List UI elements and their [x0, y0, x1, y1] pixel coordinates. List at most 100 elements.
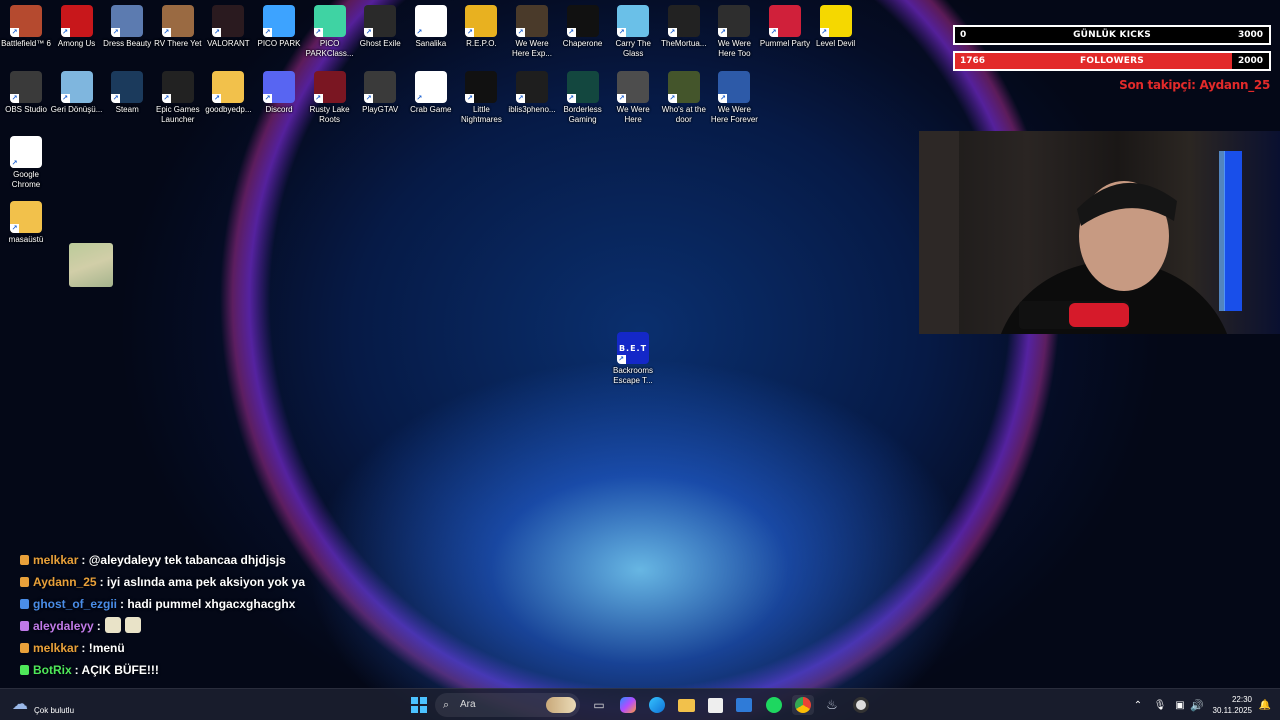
- desktop-icon[interactable]: ↗ Who's at the door: [658, 71, 710, 124]
- desktop-icon-label: VALORANT: [207, 39, 250, 48]
- app-icon: ↗: [10, 71, 42, 103]
- chat-text: : AÇIK BÜFE!!!: [74, 663, 159, 677]
- desktop-icon[interactable]: ↗ iblis3pheno...: [506, 71, 558, 115]
- desktop-icon[interactable]: ↗ Little Nightmares: [455, 71, 507, 124]
- spotify-icon[interactable]: [763, 695, 785, 715]
- desktop-icon[interactable]: ↗ Ghost Exile: [354, 5, 406, 49]
- shortcut-arrow-icon: ↗: [516, 28, 525, 37]
- app-icon: ↗: [161, 5, 194, 37]
- desktop-icon[interactable]: ↗ Level Devil: [810, 5, 862, 49]
- desktop-icon[interactable]: ↗ Chaperone: [557, 5, 609, 49]
- desktop-icon-label: Chaperone: [562, 39, 603, 48]
- desktop-icon[interactable]: ↗ Discord: [253, 71, 305, 115]
- followers-goal-bar: 1766 FOLLOWERS 2000: [953, 51, 1271, 71]
- desktop-icon[interactable]: ↗ OBS Studio: [0, 71, 52, 115]
- chat-text: : !menü: [81, 641, 125, 655]
- desktop-icon-label: Level Devil: [816, 39, 856, 48]
- shortcut-arrow-icon: ↗: [161, 28, 171, 37]
- edge-icon[interactable]: [646, 695, 668, 715]
- app-icon: ↗: [465, 71, 498, 103]
- chevron-up-icon[interactable]: ⌃: [1127, 695, 1149, 715]
- volume-icon[interactable]: 🔊: [1186, 695, 1208, 715]
- desktop-icon[interactable]: ↗ PICO PARKClass...: [304, 5, 356, 58]
- desktop-icon[interactable]: ↗ Battlefield™ 6: [0, 5, 52, 49]
- chat-message: BotRix: AÇIK BÜFE!!!: [20, 661, 320, 679]
- bet-icon-text: B.E.T: [618, 343, 648, 353]
- desktop-icon[interactable]: ↗ Sanalika: [405, 5, 457, 49]
- desktop-icon[interactable]: ↗ Epic Games Launcher: [152, 71, 204, 124]
- app-icon: ↗: [566, 5, 599, 37]
- weather-widget[interactable]: ☁ Çok bulutlu: [12, 691, 102, 719]
- desktop-icon-label: Among Us: [57, 39, 96, 48]
- obs-icon[interactable]: [850, 695, 872, 715]
- desktop-icon-backrooms-escape[interactable]: B.E.T ↗ Backrooms Escape T...: [607, 332, 659, 385]
- desktop-icon[interactable]: ↗ RV There Yet: [152, 5, 204, 49]
- desktop-icon[interactable]: ↗ masaüstü: [0, 201, 52, 245]
- app-icon: ↗: [111, 71, 144, 103]
- desktop-icon[interactable]: ↗ Among Us: [51, 5, 103, 49]
- desktop-icon[interactable]: ↗ Google Chrome: [0, 136, 52, 189]
- chrome-icon[interactable]: [792, 695, 814, 715]
- search-highlight-image: [546, 697, 576, 713]
- mail-icon[interactable]: [733, 695, 755, 715]
- shortcut-arrow-icon: ↗: [313, 28, 323, 37]
- copilot-icon[interactable]: [620, 697, 636, 713]
- bet-icon: B.E.T ↗: [617, 332, 649, 364]
- kicks-goal-bar: 0 GÜNLÜK KICKS 3000: [953, 25, 1271, 45]
- desktop-icon[interactable]: ↗ Geri Dönüşü...: [51, 71, 103, 115]
- chat-emote-image: [104, 617, 121, 633]
- app-icon: ↗: [364, 5, 397, 37]
- desktop-icon-label: R.E.P.O.: [466, 39, 497, 48]
- app-icon: ↗: [212, 5, 245, 37]
- desktop-icon[interactable]: ↗ TheMortua...: [658, 5, 710, 49]
- desktop-icon-label: Little Nightmares: [460, 105, 502, 124]
- shortcut-arrow-icon: ↗: [111, 94, 121, 103]
- desktop-icon[interactable]: ↗ Steam: [101, 71, 153, 115]
- store-icon[interactable]: [704, 695, 726, 715]
- app-icon: ↗: [769, 5, 801, 37]
- desktop-icon[interactable]: ↗ PlayGTAV: [354, 71, 406, 115]
- shortcut-arrow-icon: ↗: [667, 94, 677, 103]
- followers-title: FOLLOWERS: [1080, 56, 1144, 66]
- shortcut-arrow-icon: ↗: [516, 94, 525, 103]
- desktop-icon[interactable]: ↗ We Were Here Exp...: [506, 5, 558, 58]
- start-button[interactable]: [408, 695, 430, 715]
- app-icon: ↗: [617, 71, 650, 103]
- notification-bell-icon[interactable]: 🔔: [1254, 695, 1276, 715]
- app-icon: ↗: [414, 5, 447, 37]
- clock[interactable]: 22:30 30.11.2025: [1213, 694, 1252, 716]
- desktop-icon[interactable]: ↗ Crab Game: [405, 71, 457, 115]
- desktop-icon[interactable]: ↗ Carry The Glass: [607, 5, 659, 58]
- desktop-icon[interactable]: ↗ goodbyedp...: [202, 71, 254, 115]
- desktop-icon[interactable]: ↗ We Were Here Forever: [708, 71, 760, 124]
- desktop-icon[interactable]: ↗ We Were Here Too: [708, 5, 760, 58]
- chat-username: ghost_of_ezgii: [33, 597, 118, 611]
- desktop-icon-label: Dress Beauty: [103, 39, 152, 48]
- desktop-icon[interactable]: ↗ We Were Here: [607, 71, 659, 124]
- shortcut-arrow-icon: ↗: [617, 28, 627, 37]
- shortcut-arrow-icon: ↗: [60, 94, 70, 103]
- desktop-icon[interactable]: ↗ Pummel Party: [759, 5, 811, 49]
- desktop-icon[interactable]: ↗ PICO PARK: [253, 5, 305, 49]
- shortcut-arrow-icon: ↗: [718, 28, 728, 37]
- app-icon: ↗: [212, 71, 245, 103]
- webcam-overlay: [919, 131, 1280, 334]
- file-explorer-icon[interactable]: [675, 695, 697, 715]
- steam-icon[interactable]: ♨: [821, 695, 843, 715]
- last-follower-text: Son takipçi: Aydann_25: [1119, 78, 1270, 92]
- desktop-icon-label: Who's at the door: [661, 105, 706, 124]
- desktop-icon[interactable]: ↗ Rusty Lake Roots: [304, 71, 356, 124]
- chat-badge-icon: [20, 577, 29, 587]
- task-view-icon[interactable]: ▭: [588, 695, 610, 715]
- desktop-icon[interactable]: ↗ Borderless Gaming: [557, 71, 609, 124]
- shortcut-arrow-icon: ↗: [819, 28, 829, 37]
- app-icon: ↗: [516, 71, 548, 103]
- chat-username: BotRix: [33, 663, 72, 677]
- desktop-icon[interactable]: ↗ R.E.P.O.: [455, 5, 507, 49]
- desktop-icon[interactable]: ↗ VALORANT: [202, 5, 254, 49]
- microphone-icon[interactable]: 🎙: [1149, 695, 1171, 715]
- desktop-icon[interactable]: ↗ Dress Beauty: [101, 5, 153, 49]
- app-icon: ↗: [718, 5, 751, 37]
- taskbar-search[interactable]: ⌕ Ara: [435, 693, 580, 717]
- shortcut-arrow-icon: ↗: [414, 28, 424, 37]
